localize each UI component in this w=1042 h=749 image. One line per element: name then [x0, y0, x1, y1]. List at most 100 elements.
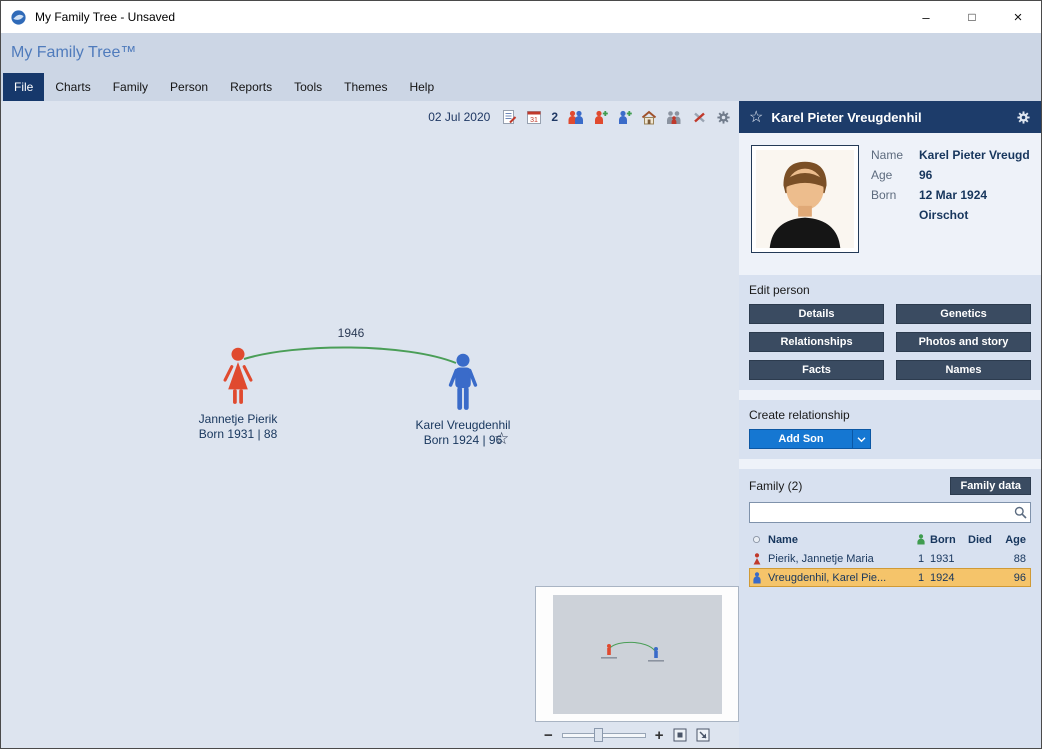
family-table-header[interactable]: Name Born Died Age: [749, 530, 1031, 549]
search-icon: [1014, 506, 1027, 524]
person-name: Jannetje Pierik: [183, 412, 293, 427]
zoom-toolbar: − +: [535, 722, 739, 748]
home-icon[interactable]: [641, 110, 657, 125]
row-count: 1: [912, 572, 930, 584]
panel-header: ☆ Karel Pieter Vreugdenhil: [739, 101, 1041, 133]
fit-to-window-icon[interactable]: [673, 728, 687, 742]
minimap-chart: [553, 595, 722, 714]
col-died: Died: [968, 534, 1002, 546]
couple-icon[interactable]: [567, 110, 584, 125]
window-title: My Family Tree - Unsaved: [35, 10, 175, 24]
report-icon[interactable]: [501, 109, 517, 125]
family-table: Name Born Died Age Pierik, Jannetje Mari…: [749, 530, 1031, 587]
col-age: Age: [1002, 534, 1028, 546]
male-icon: [752, 572, 768, 584]
canvas-toolbar: 02 Jul 2020 31: [428, 109, 731, 125]
menu-family[interactable]: Family: [102, 73, 159, 101]
zoom-slider-thumb[interactable]: [594, 728, 603, 742]
family-row-jannetje[interactable]: Pierik, Jannetje Maria 1 1931 88: [749, 549, 1031, 568]
tree-person-mother[interactable]: Jannetje Pierik Born 1931 | 88: [183, 347, 293, 442]
family-group-icon[interactable]: [666, 110, 683, 125]
family-section: Family (2) Family data: [739, 469, 1041, 748]
minimap[interactable]: [535, 586, 739, 722]
tools-icon[interactable]: [692, 110, 707, 125]
row-name: Vreugdenhil, Karel Pie...: [768, 572, 912, 584]
family-title: Family (2): [749, 479, 802, 493]
family-row-karel[interactable]: Vreugdenhil, Karel Pie... 1 1924 96: [749, 568, 1031, 587]
age-label: Age: [871, 168, 911, 182]
relationships-button[interactable]: Relationships: [749, 332, 884, 352]
row-name: Pierik, Jannetje Maria: [768, 553, 912, 565]
name-label: Name: [871, 148, 911, 162]
calendar-icon[interactable]: 31: [526, 109, 542, 125]
section-separator: [739, 265, 1041, 275]
panel-settings-icon[interactable]: [1016, 110, 1031, 125]
born-place-value: Oirschot: [919, 208, 1029, 222]
born-date-value: 12 Mar 1924: [919, 188, 1029, 202]
family-search: [749, 502, 1031, 523]
add-male-icon[interactable]: [617, 110, 632, 125]
zoom-out-button[interactable]: −: [544, 728, 553, 743]
people-count: 2: [551, 110, 558, 124]
row-age: 96: [1002, 572, 1028, 584]
person-photo[interactable]: [751, 145, 859, 253]
zoom-in-button[interactable]: +: [655, 728, 664, 743]
menu-charts[interactable]: Charts: [44, 73, 101, 101]
marriage-year-label: 1946: [329, 326, 373, 340]
details-button[interactable]: Details: [749, 304, 884, 324]
section-separator: [739, 459, 1041, 469]
edit-person-title: Edit person: [749, 283, 1031, 297]
close-button[interactable]: ×: [995, 1, 1041, 33]
menu-tools[interactable]: Tools: [283, 73, 333, 101]
col-name: Name: [768, 534, 912, 546]
zoom-slider[interactable]: [562, 727, 646, 743]
maximize-button[interactable]: □: [949, 1, 995, 33]
record-dot-icon: [752, 535, 768, 544]
menu-file[interactable]: File: [3, 73, 44, 101]
family-data-button[interactable]: Family data: [950, 477, 1031, 495]
name-value: Karel Pieter Vreugde...: [919, 148, 1029, 162]
facts-button[interactable]: Facts: [749, 360, 884, 380]
genetics-button[interactable]: Genetics: [896, 304, 1031, 324]
person-panel: ☆ Karel Pieter Vreugdenhil: [739, 101, 1041, 748]
pan-view-icon[interactable]: [696, 728, 710, 742]
col-born: Born: [930, 534, 968, 546]
chart-canvas[interactable]: 02 Jul 2020 31: [1, 101, 739, 748]
zoom-slider-track[interactable]: [562, 733, 646, 738]
female-icon: [752, 553, 768, 565]
calendar-day-label: 31: [530, 117, 538, 124]
current-date[interactable]: 02 Jul 2020: [428, 110, 490, 124]
window-controls: – □ ×: [903, 1, 1041, 33]
menu-person[interactable]: Person: [159, 73, 219, 101]
living-person-icon: [912, 534, 930, 545]
minimize-button[interactable]: –: [903, 1, 949, 33]
add-female-icon[interactable]: [593, 110, 608, 125]
brand-bar: My Family Tree™: [1, 33, 1041, 73]
menu-reports[interactable]: Reports: [219, 73, 283, 101]
add-relationship-dropdown[interactable]: [852, 429, 871, 449]
section-separator: [739, 390, 1041, 400]
row-count: 1: [912, 553, 930, 565]
edit-person-section: Edit person Details Genetics Relationshi…: [739, 275, 1041, 390]
row-age: 88: [1002, 553, 1028, 565]
row-born: 1924: [930, 572, 968, 584]
menu-help[interactable]: Help: [398, 73, 445, 101]
settings-gear-icon[interactable]: [716, 110, 731, 125]
female-figure-icon: [220, 347, 256, 409]
favorite-star-icon[interactable]: ☆: [749, 107, 763, 127]
names-button[interactable]: Names: [896, 360, 1031, 380]
person-detail: Born 1931 | 88: [183, 427, 293, 442]
family-search-input[interactable]: [749, 502, 1031, 523]
menu-themes[interactable]: Themes: [333, 73, 398, 101]
born-label: Born: [871, 188, 911, 202]
person-info: Name Karel Pieter Vreugde... Age 96 Born…: [871, 145, 1029, 253]
app-window: My Family Tree - Unsaved – □ × My Family…: [0, 0, 1042, 749]
age-value: 96: [919, 168, 1029, 182]
create-relationship-section: Create relationship Add Son: [739, 400, 1041, 459]
add-son-button[interactable]: Add Son: [749, 429, 852, 449]
born-place-spacer: [871, 208, 911, 222]
male-figure-icon: [445, 353, 481, 415]
selection-star-icon: ☆: [494, 429, 509, 449]
photos-and-story-button[interactable]: Photos and story: [896, 332, 1031, 352]
create-relationship-title: Create relationship: [749, 408, 1031, 422]
